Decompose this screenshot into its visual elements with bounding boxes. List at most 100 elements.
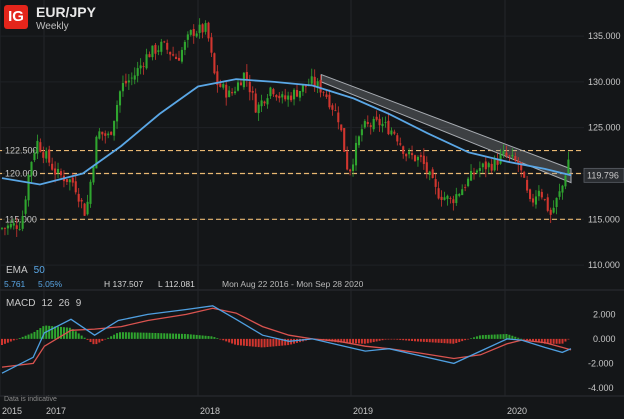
candle-body xyxy=(378,118,381,126)
candle-body xyxy=(552,207,555,213)
candle-body xyxy=(260,100,263,107)
macd-histogram-bar xyxy=(116,333,119,339)
candle-body xyxy=(402,146,405,154)
macd-histogram-bar xyxy=(496,334,499,339)
macd-histogram-bar xyxy=(24,335,27,339)
candle xyxy=(83,202,86,216)
candle xyxy=(413,154,417,163)
price-chart[interactable]: 122.500120.000115.000 110.000115.000120.… xyxy=(0,0,624,419)
candle xyxy=(360,124,363,142)
macd-histogram-bar xyxy=(266,338,269,347)
candle xyxy=(74,173,77,195)
candle xyxy=(316,78,319,94)
macd-histogram-bar xyxy=(245,338,248,346)
candle xyxy=(213,52,216,75)
macd-histogram-bar xyxy=(396,338,399,340)
macd-histogram-bar xyxy=(27,334,30,339)
macd-histogram-bar xyxy=(151,332,154,339)
candle-body xyxy=(399,143,402,145)
candle xyxy=(160,38,163,56)
candle xyxy=(402,145,405,159)
macd-histogram-bar xyxy=(6,338,9,343)
candle-body xyxy=(228,90,231,98)
macd-histogram-bar xyxy=(68,327,71,339)
macd-histogram-bar xyxy=(363,338,366,344)
candle-body xyxy=(396,135,399,142)
candle xyxy=(526,176,529,193)
price-tick-125.000: 125.000 xyxy=(588,123,621,133)
macd-histogram-bar xyxy=(86,338,89,340)
macd-histogram-bar xyxy=(505,334,508,339)
candle-body xyxy=(54,168,57,175)
candle xyxy=(151,45,154,61)
candle-body xyxy=(133,75,136,80)
candle-body xyxy=(419,155,422,157)
macd-histogram-bar xyxy=(461,338,464,342)
candle-body xyxy=(263,101,266,104)
macd-histogram-bar xyxy=(402,338,405,341)
candle-body xyxy=(136,68,139,76)
macd-histogram-bar xyxy=(157,333,160,339)
candle-body xyxy=(343,128,346,152)
candle-body xyxy=(443,197,446,200)
macd-histogram-bar xyxy=(110,336,113,339)
macd-histogram-bar xyxy=(130,332,133,339)
macd-tick--2.000: -2.000 xyxy=(588,358,614,368)
candle-body xyxy=(175,56,178,59)
candle-body xyxy=(130,77,133,79)
candle xyxy=(561,184,564,200)
macd-histogram-bar xyxy=(287,338,290,346)
candle-body xyxy=(425,162,428,173)
macd-histogram-bar xyxy=(399,338,402,340)
candle xyxy=(195,30,198,38)
candle-body xyxy=(118,91,122,106)
level-label-115.000: 115.000 xyxy=(5,214,37,224)
candle xyxy=(549,207,552,223)
macd-histogram-bar xyxy=(80,335,83,339)
macd-histogram-bar xyxy=(251,338,254,347)
macd-histogram-bar xyxy=(355,338,357,344)
candle-body xyxy=(145,54,148,69)
candle xyxy=(295,83,299,98)
macd-histogram-bar xyxy=(107,337,110,339)
candle xyxy=(393,129,396,136)
candle-body xyxy=(475,170,478,173)
candle-body xyxy=(169,51,172,55)
candle xyxy=(366,115,369,127)
candle-body xyxy=(508,155,511,157)
candle-body xyxy=(375,116,378,120)
candle-body xyxy=(543,199,546,200)
candle-body xyxy=(567,159,570,174)
candle-body xyxy=(313,76,316,87)
candle xyxy=(130,72,133,86)
candle xyxy=(461,184,464,196)
candle xyxy=(531,193,535,207)
candle-body xyxy=(511,154,514,157)
candle xyxy=(537,185,540,201)
candle xyxy=(175,53,178,60)
candle xyxy=(558,183,561,200)
candle-body xyxy=(384,122,387,123)
candle xyxy=(523,170,526,178)
candle xyxy=(325,90,328,99)
candle xyxy=(278,92,281,103)
candle xyxy=(51,157,54,171)
data-indicative-note: Data is indicative xyxy=(4,396,57,403)
candle-body xyxy=(166,42,169,50)
candle xyxy=(546,193,549,213)
macd-histogram-bar xyxy=(104,338,107,340)
macd-histogram-bar xyxy=(228,338,231,343)
candle xyxy=(455,187,458,206)
candle xyxy=(564,173,567,190)
candle-body xyxy=(366,121,369,125)
candle-body xyxy=(393,131,396,134)
candle-body xyxy=(422,155,425,164)
candle xyxy=(449,196,452,204)
macd-histogram-bar xyxy=(213,337,216,339)
candle xyxy=(30,161,33,184)
stat-date-range: Mon Aug 22 2016 - Mon Sep 28 2020 xyxy=(222,279,364,289)
candle xyxy=(118,90,122,113)
candle-body xyxy=(490,163,493,171)
candle-body xyxy=(148,54,151,58)
macd-histogram-bar xyxy=(369,338,372,343)
